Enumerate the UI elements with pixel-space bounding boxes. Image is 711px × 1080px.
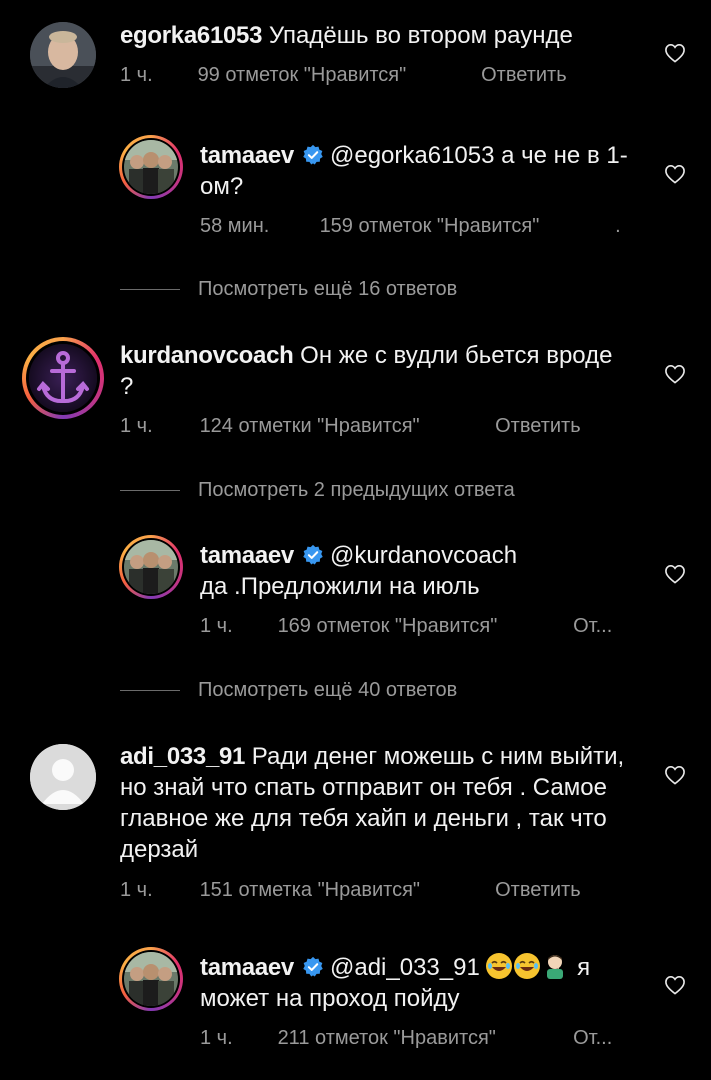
- username[interactable]: egorka61053: [120, 22, 262, 49]
- mention[interactable]: @kurdanovcoach: [330, 542, 517, 569]
- likes-count[interactable]: 211 отметок "Нравится": [278, 1027, 568, 1050]
- likes-count[interactable]: 159 отметок "Нравится": [320, 215, 610, 238]
- likes-count[interactable]: 124 отметки "Нравится": [200, 415, 490, 438]
- laughing-emoji-icon: [514, 953, 541, 979]
- username[interactable]: tamaaev: [200, 954, 294, 981]
- heart-icon[interactable]: [664, 43, 686, 63]
- verified-badge-icon: [303, 144, 323, 165]
- facepalm-emoji-icon: [542, 953, 568, 979]
- comment-time: 1 ч.: [120, 64, 153, 86]
- heart-icon[interactable]: [664, 364, 686, 384]
- comment-time: 1 ч.: [120, 879, 153, 901]
- avatar-tamaaev[interactable]: [124, 540, 178, 594]
- divider: [120, 690, 180, 692]
- heart-icon[interactable]: [664, 164, 686, 184]
- verified-badge-icon: [303, 956, 323, 977]
- divider: [120, 289, 180, 291]
- reply-button[interactable]: Ответить: [495, 879, 581, 902]
- heart-icon[interactable]: [664, 564, 686, 584]
- comment-time: 58 мин.: [200, 215, 270, 237]
- comment-text: Упадёшь во втором раунде: [268, 22, 573, 49]
- laughing-emoji-icon: [486, 953, 513, 979]
- avatar-tamaaev[interactable]: [124, 952, 178, 1006]
- username[interactable]: tamaaev: [200, 142, 294, 169]
- heart-icon[interactable]: [664, 975, 686, 995]
- avatar-adi_033_91[interactable]: [30, 744, 96, 810]
- username[interactable]: adi_033_91: [120, 743, 245, 770]
- view-more-replies[interactable]: Посмотреть ещё 16 ответов: [120, 278, 457, 301]
- comment-time: 1 ч.: [200, 1027, 233, 1049]
- username[interactable]: kurdanovcoach: [120, 342, 294, 369]
- avatar-egorka61053[interactable]: [30, 22, 96, 88]
- mention[interactable]: @egorka61053: [330, 142, 494, 169]
- view-more-replies[interactable]: Посмотреть ещё 40 ответов: [120, 679, 457, 702]
- reply-button[interactable]: От...: [573, 615, 612, 638]
- likes-count[interactable]: 151 отметка "Нравится": [200, 879, 490, 902]
- comment-time: 1 ч.: [120, 415, 153, 437]
- avatar-tamaaev[interactable]: [124, 140, 178, 194]
- divider: [120, 490, 180, 492]
- mention[interactable]: @adi_033_91: [330, 954, 480, 981]
- likes-count[interactable]: 99 отметок "Нравится": [198, 64, 476, 87]
- reply-button[interactable]: Ответить: [481, 64, 567, 87]
- likes-count[interactable]: 169 отметок "Нравится": [278, 615, 568, 638]
- verified-badge-icon: [303, 544, 323, 565]
- view-previous-replies[interactable]: Посмотреть 2 предыдущих ответа: [120, 479, 515, 502]
- username[interactable]: tamaaev: [200, 542, 294, 569]
- avatar-kurdanovcoach[interactable]: [29, 344, 97, 412]
- comment-text: да .Предложили на июль: [200, 573, 480, 600]
- reply-button[interactable]: .: [615, 215, 621, 238]
- comment-time: 1 ч.: [200, 615, 233, 637]
- reply-button[interactable]: Ответить: [495, 415, 581, 438]
- reply-button[interactable]: От...: [573, 1027, 612, 1050]
- heart-icon[interactable]: [664, 765, 686, 785]
